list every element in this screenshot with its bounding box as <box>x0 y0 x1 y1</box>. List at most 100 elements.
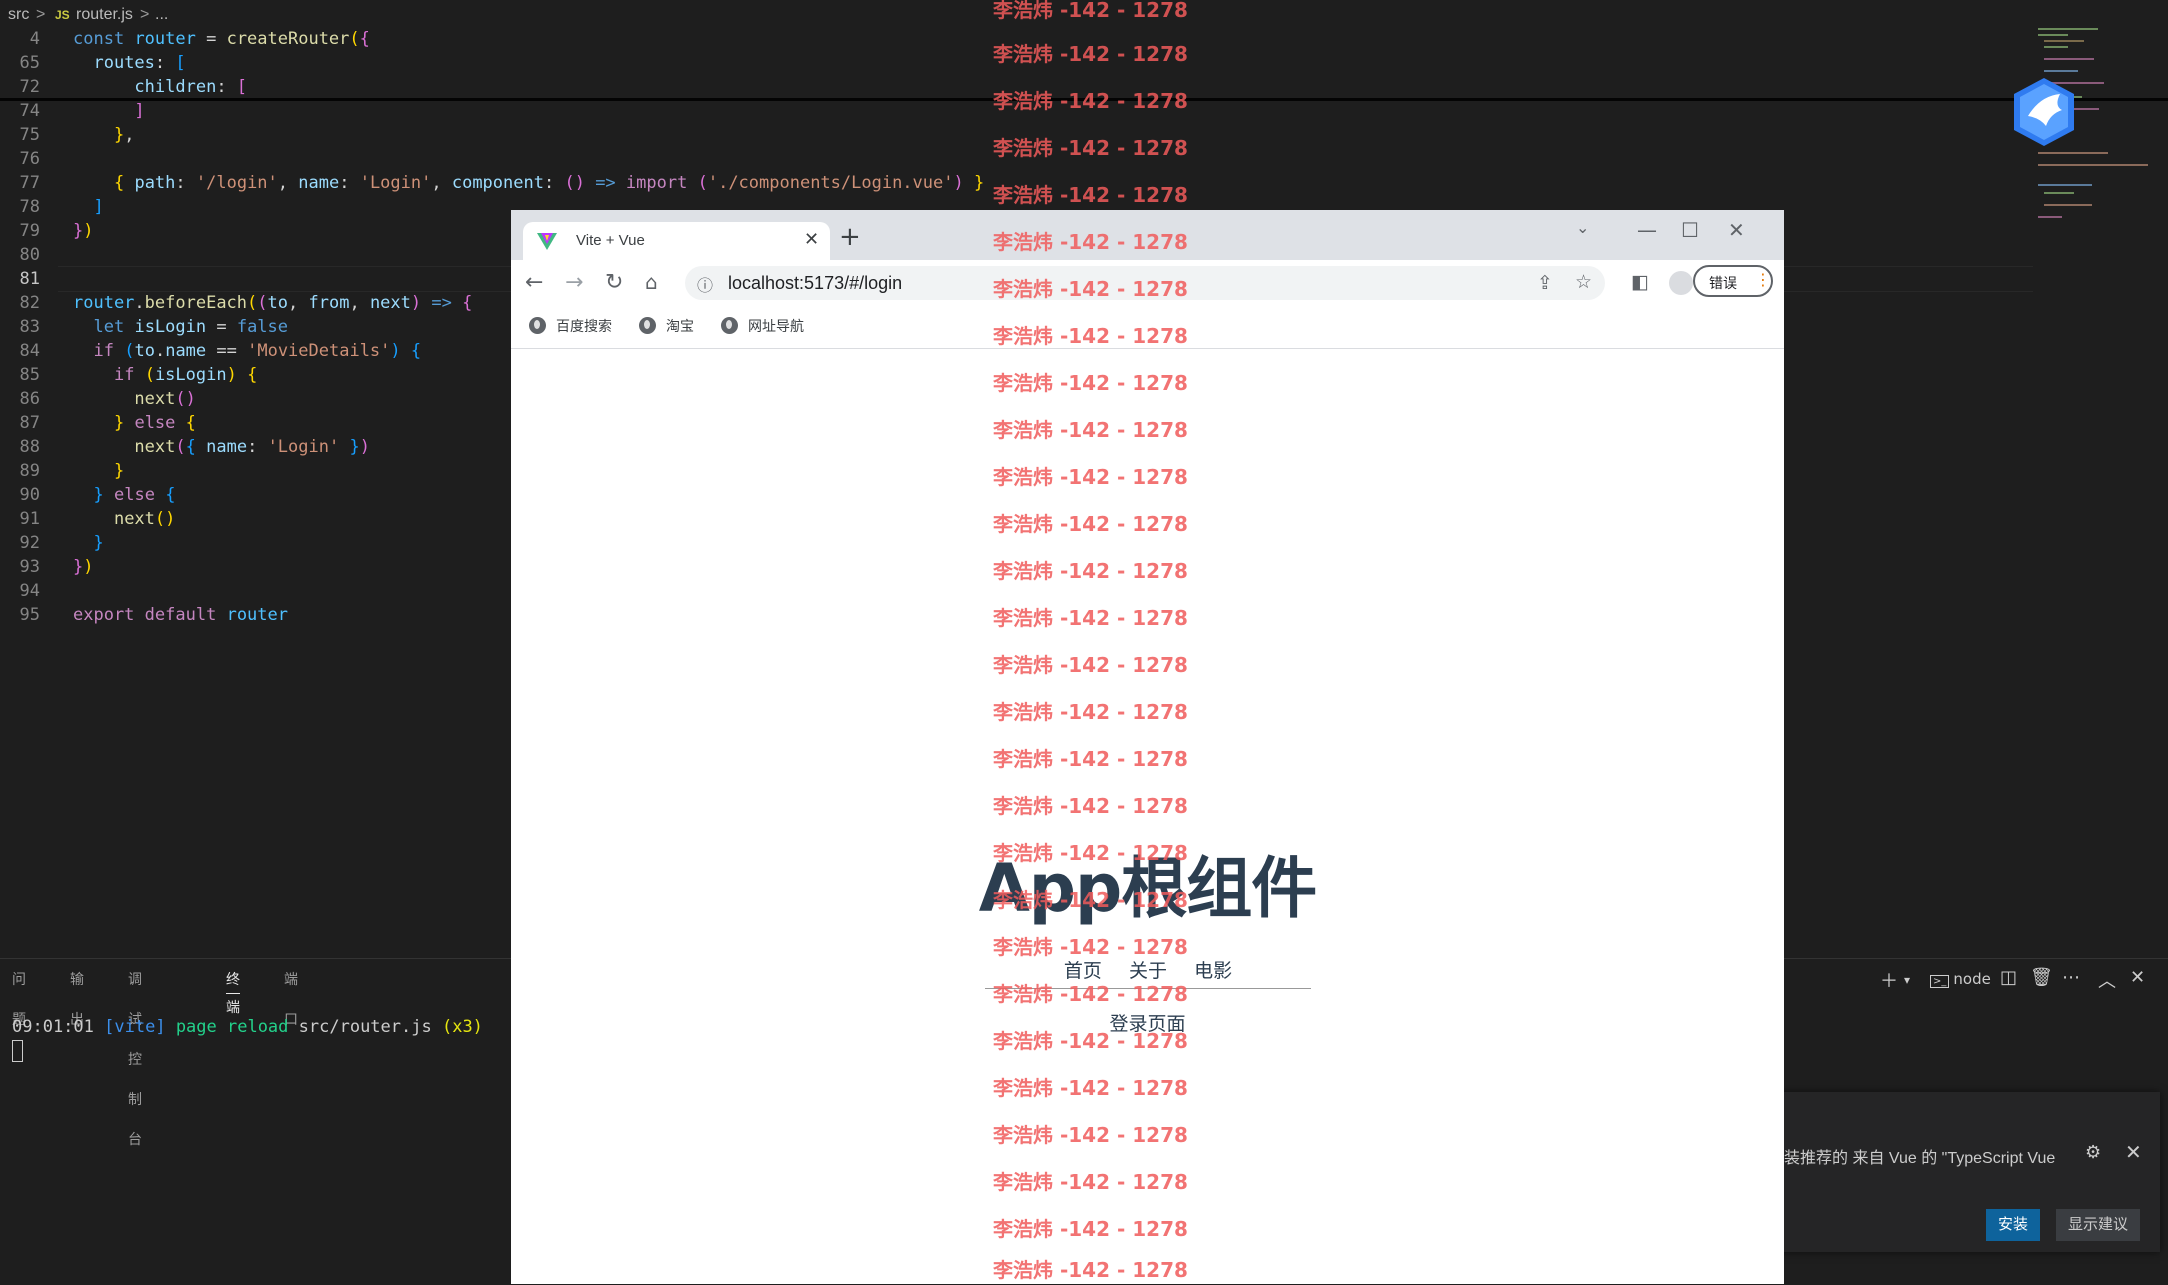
terminal-icon: >_ <box>1930 975 1950 988</box>
code-line: export default router <box>73 605 288 625</box>
install-button[interactable]: 安装 <box>1986 1209 2041 1241</box>
tab-terminal[interactable]: 终端 <box>226 965 240 1015</box>
web-page: App根组件 首页 关于 电影 登录页面 <box>511 349 1784 1284</box>
js-file-icon: JS <box>55 8 70 22</box>
new-tab-icon[interactable]: + <box>839 222 861 252</box>
menu-dots-icon: ⋮ <box>1755 270 1771 289</box>
app-nav: 首页 关于 电影 <box>985 956 1311 989</box>
url-text: localhost:5173/#/login <box>728 273 903 293</box>
tab-debug-console[interactable]: 调试控制台 <box>128 959 142 1147</box>
line-number: 89 <box>19 461 40 481</box>
terminal-count: (x3) <box>441 1017 483 1037</box>
home-icon[interactable]: ⌂ <box>645 270 658 294</box>
browser-tab[interactable]: Vite + Vue ✕ <box>523 222 830 260</box>
line-number: 91 <box>19 509 40 529</box>
tab-problems[interactable]: 问题 <box>12 959 26 1027</box>
star-icon[interactable]: ☆ <box>1575 271 1592 293</box>
breadcrumb-src[interactable]: src <box>8 0 29 30</box>
code-line: } <box>93 533 104 553</box>
browser-titlebar: Vite + Vue ✕ + ⌄ — ☐ ✕ <box>511 210 1784 260</box>
terminal-tag: [vite] <box>104 1017 166 1037</box>
show-suggestions-button[interactable]: 显示建议 <box>2056 1209 2141 1241</box>
line-number: 75 <box>19 125 40 145</box>
code-line: ] <box>134 101 145 121</box>
code-line: const router = createRouter({ <box>73 29 370 49</box>
error-button[interactable]: 错误 ⋮ <box>1693 265 1773 297</box>
bookmark-nav[interactable]: 网址导航 <box>721 316 804 336</box>
code-line: }, <box>113 125 135 145</box>
bookmark-taobao[interactable]: 淘宝 <box>639 316 694 336</box>
window-close-icon[interactable]: ✕ <box>1728 218 1745 242</box>
breadcrumb: src > JS router.js > ... <box>0 0 2168 30</box>
extension-notification: 装推荐的 来自 Vue 的 "TypeScript Vue ⚙ ✕ 安装 显示建… <box>1780 1092 2160 1252</box>
close-icon[interactable]: ✕ <box>2125 1140 2142 1164</box>
code-line: children: [ <box>134 77 248 97</box>
line-number: 87 <box>19 413 40 433</box>
close-panel-icon[interactable]: ✕ <box>2130 967 2145 988</box>
code-line: if (to.name == 'MovieDetails') { <box>93 341 422 361</box>
terminal-shell-label[interactable]: >_ node <box>1930 970 1991 988</box>
maximize-icon[interactable]: ☐ <box>1681 218 1699 242</box>
code-line: next() <box>134 389 196 409</box>
nav-link-movies[interactable]: 电影 <box>1194 956 1232 983</box>
line-number: 78 <box>19 197 40 217</box>
code-line: if (isLogin) { <box>113 365 258 385</box>
terminal-file: src/router.js <box>298 1017 432 1037</box>
line-number: 81 <box>19 269 40 289</box>
profile-avatar-icon[interactable] <box>1669 271 1693 295</box>
code-line: { path: '/login', name: 'Login', compone… <box>113 173 985 193</box>
code-line: routes: [ <box>93 53 186 73</box>
terminal-message: page reload <box>175 1017 289 1037</box>
globe-icon <box>639 317 656 334</box>
reload-icon[interactable]: ↻ <box>605 270 623 295</box>
line-number: 79 <box>19 221 40 241</box>
split-terminal-icon[interactable]: ◫ <box>2000 967 2017 988</box>
watermark-text: 李浩炜 -142 - 1278 <box>993 42 1188 66</box>
maximize-panel-icon[interactable]: ︿ <box>2098 967 2116 993</box>
trash-icon[interactable]: 🗑 <box>2030 967 2053 988</box>
tab-ports[interactable]: 端口 <box>284 959 298 1027</box>
chevron-down-icon[interactable]: ▾ <box>1904 973 1910 987</box>
nav-link-about[interactable]: 关于 <box>1129 956 1167 983</box>
site-info-icon[interactable]: ⓘ <box>697 272 713 296</box>
breadcrumb-file[interactable]: router.js <box>76 0 133 30</box>
browser-window: Vite + Vue ✕ + ⌄ — ☐ ✕ ← → ↻ ⌂ ⓘ localho… <box>511 210 1784 1284</box>
watermark-text: 李浩炜 -142 - 1278 <box>993 136 1188 160</box>
code-line: } else { <box>113 413 196 433</box>
line-number: 74 <box>19 101 40 121</box>
line-number: 82 <box>19 293 40 313</box>
gear-icon[interactable]: ⚙ <box>2085 1142 2101 1163</box>
new-terminal-icon[interactable]: ＋ <box>1880 967 1898 993</box>
terminal-output[interactable]: 09:01:01 [vite] page reload src/router.j… <box>12 1015 483 1039</box>
share-icon[interactable]: ⇪ <box>1537 272 1553 294</box>
tab-output[interactable]: 输出 <box>70 959 84 1027</box>
code-line: next() <box>113 509 176 529</box>
line-number: 94 <box>19 581 40 601</box>
sticky-scroll-divider <box>0 98 2168 101</box>
line-number: 84 <box>19 341 40 361</box>
notification-text: 装推荐的 来自 Vue 的 "TypeScript Vue <box>1784 1150 2056 1167</box>
tab-search-icon[interactable]: ⌄ <box>1576 218 1589 237</box>
nav-link-home[interactable]: 首页 <box>1064 956 1102 983</box>
extension-bird-logo-icon[interactable] <box>2010 76 2078 148</box>
terminal-time: 09:01:01 <box>12 1017 94 1037</box>
code-line: ] <box>93 197 104 217</box>
forward-icon[interactable]: → <box>565 270 583 295</box>
tab-close-icon[interactable]: ✕ <box>804 229 819 250</box>
minimize-icon[interactable]: — <box>1637 218 1657 242</box>
code-line: next({ name: 'Login' }) <box>134 437 370 457</box>
bookmarks-bar: 百度搜索 淘宝 网址导航 <box>511 306 1784 349</box>
back-icon[interactable]: ← <box>525 270 543 295</box>
breadcrumb-more[interactable]: ... <box>155 0 168 30</box>
address-bar[interactable]: ⓘ localhost:5173/#/login ⇪ ☆ <box>685 266 1605 300</box>
more-actions-icon[interactable]: ⋯ <box>2062 967 2080 988</box>
globe-icon <box>721 317 738 334</box>
side-panel-icon[interactable]: ◧ <box>1631 271 1649 293</box>
breadcrumb-separator-icon: > <box>140 6 150 23</box>
line-number: 88 <box>19 437 40 457</box>
bookmark-baidu[interactable]: 百度搜索 <box>529 316 612 336</box>
line-number: 83 <box>19 317 40 337</box>
line-number: 85 <box>19 365 40 385</box>
globe-icon <box>529 317 546 334</box>
tab-title: Vite + Vue <box>576 232 645 249</box>
